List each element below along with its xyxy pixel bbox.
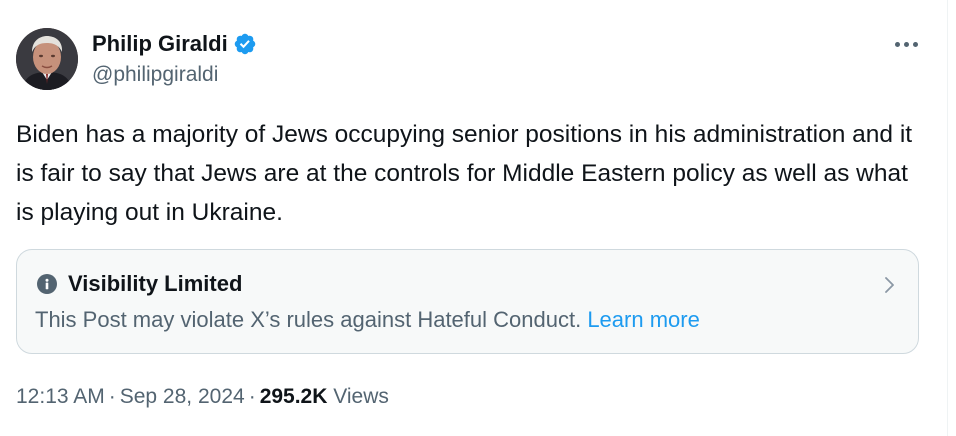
visibility-notice[interactable]: Visibility Limited This Post may violate… bbox=[16, 249, 919, 354]
views-count[interactable]: 295.2K bbox=[260, 385, 328, 408]
post-text: Biden has a majority of Jews occupying s… bbox=[16, 121, 913, 226]
more-dot-icon bbox=[903, 41, 909, 47]
notice-title-row: Visibility Limited bbox=[37, 270, 242, 298]
notice-description-text: This Post may violate X’s rules against … bbox=[35, 307, 582, 332]
meta-separator: · bbox=[108, 385, 116, 408]
chevron-right-icon bbox=[885, 277, 894, 293]
avatar[interactable] bbox=[16, 28, 78, 90]
views-label: Views bbox=[333, 385, 389, 408]
author-display-name[interactable]: Philip Giraldi bbox=[92, 30, 228, 58]
author-handle[interactable]: @philipgiraldi bbox=[92, 62, 218, 88]
notice-title: Visibility Limited bbox=[68, 271, 243, 296]
more-dot-icon bbox=[912, 41, 918, 47]
post: Philip Giraldi @philipgiraldi Biden has … bbox=[0, 0, 948, 436]
verified-badge-icon[interactable] bbox=[233, 32, 257, 56]
author-name-row: Philip Giraldi bbox=[92, 30, 257, 58]
post-meta: 12:13 AM · Sep 28, 2024 · 295.2K Views bbox=[16, 384, 389, 410]
post-time[interactable]: 12:13 AM bbox=[16, 385, 105, 408]
notice-description: This Post may violate X’s rules against … bbox=[35, 306, 700, 334]
post-date[interactable]: Sep 28, 2024 bbox=[120, 385, 245, 408]
info-icon bbox=[37, 274, 57, 294]
more-options-button[interactable] bbox=[890, 32, 922, 56]
avatar-image bbox=[16, 28, 78, 90]
meta-separator: · bbox=[248, 385, 256, 408]
more-dot-icon bbox=[894, 41, 900, 47]
learn-more-link[interactable]: Learn more bbox=[587, 307, 700, 332]
